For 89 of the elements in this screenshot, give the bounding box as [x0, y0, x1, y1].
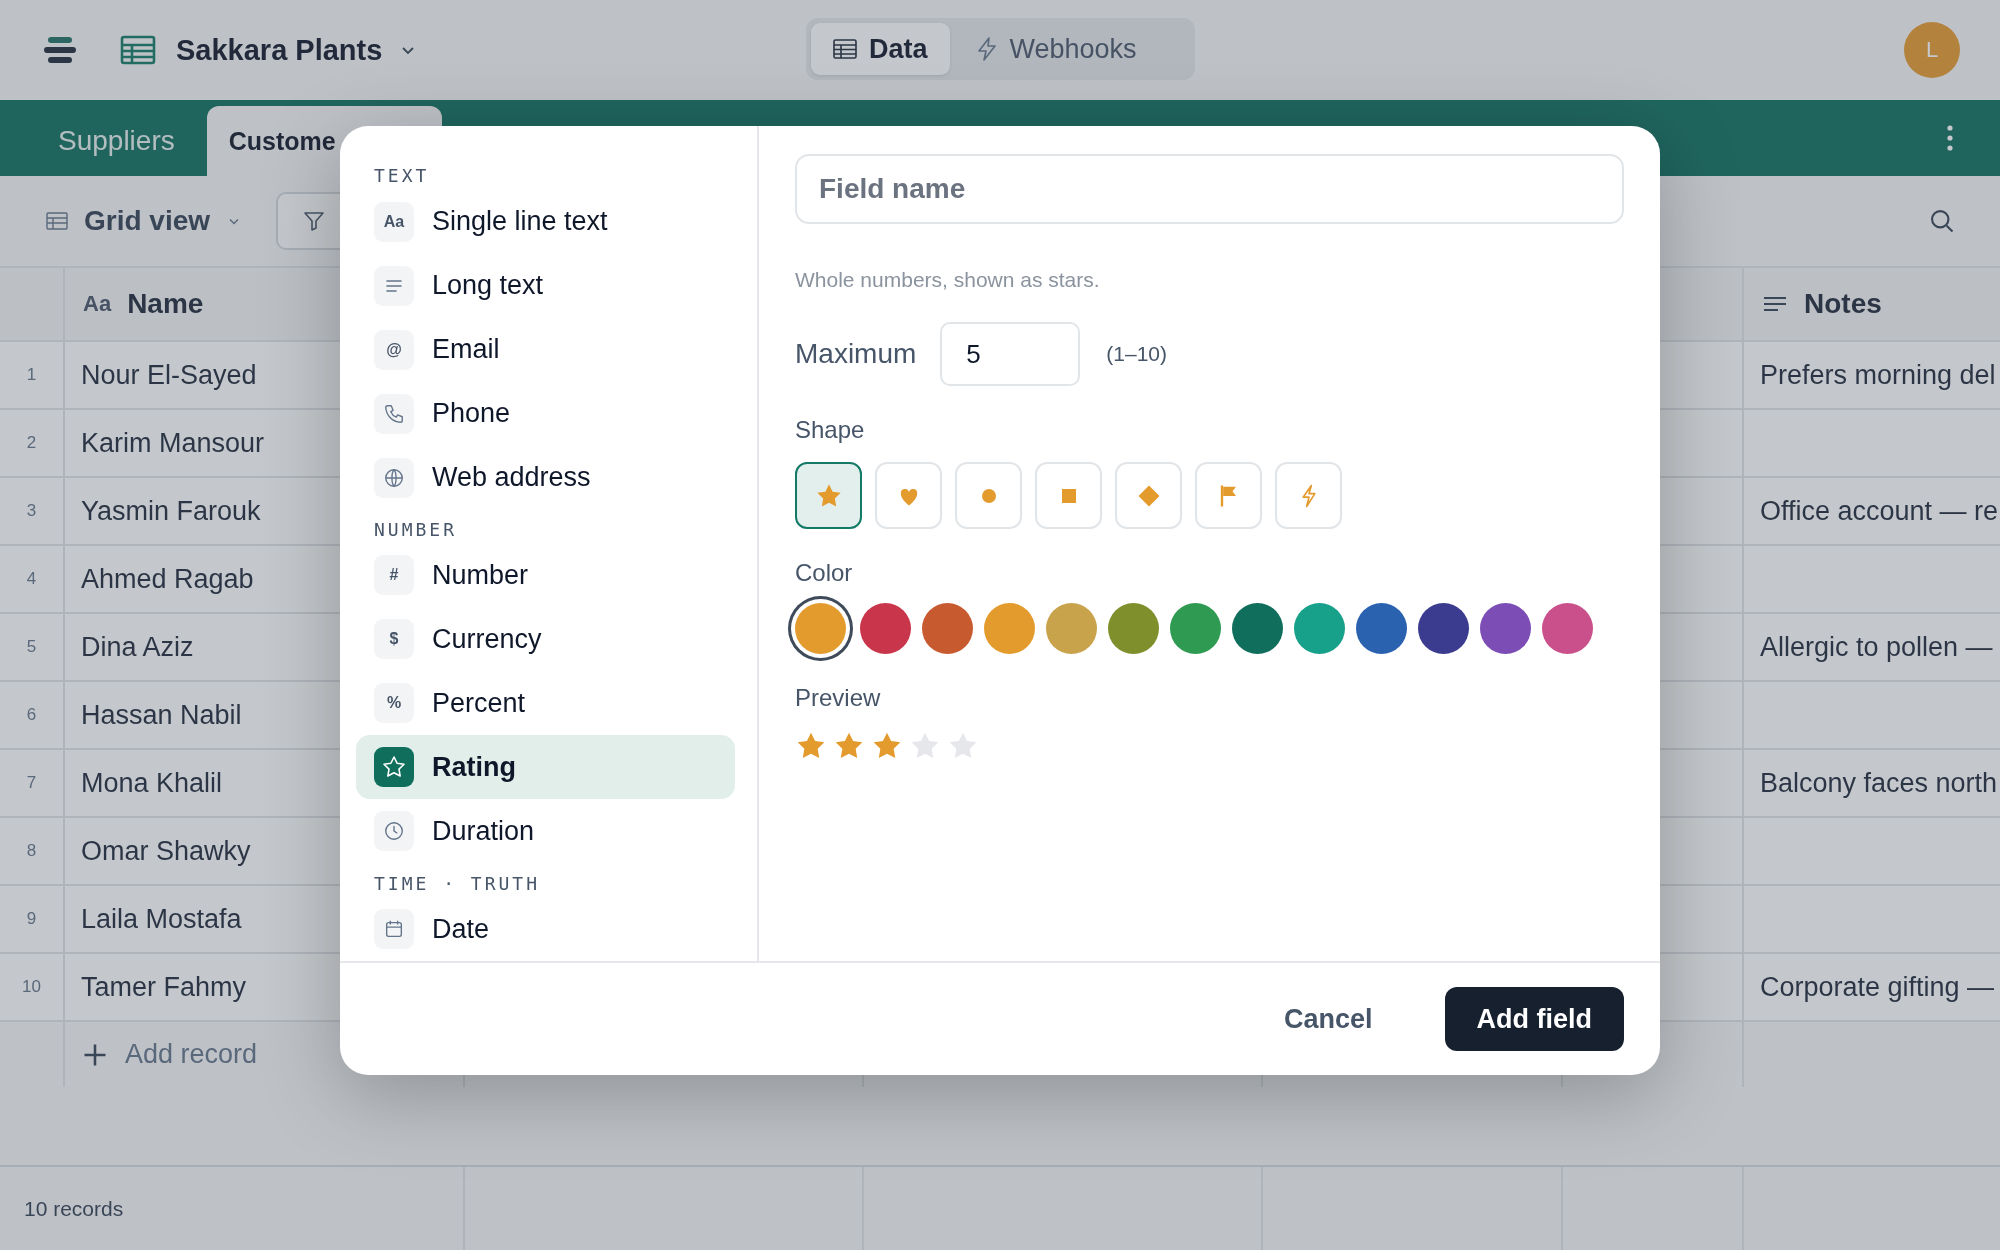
table-icon	[120, 35, 156, 65]
color-swatch[interactable]	[1108, 603, 1159, 654]
text-type-icon: Aa	[83, 291, 112, 317]
table-cell: Dina Aziz	[81, 631, 194, 663]
more-icon	[1946, 124, 1954, 152]
field-type-item[interactable]: @ Email	[356, 317, 735, 382]
table-cell: Laila Mostafa	[81, 903, 242, 935]
search-icon	[1928, 207, 1956, 235]
logo-icon	[44, 35, 76, 65]
type-icon: Aa	[383, 212, 405, 231]
field-type-item[interactable]: Long text	[356, 253, 735, 318]
type-icon: #	[389, 566, 399, 585]
field-label: Color	[795, 559, 854, 587]
grid-icon	[46, 212, 68, 230]
table-cell: Hassan Nabil	[81, 699, 242, 731]
add-field-button[interactable]: Add field	[1444, 987, 1624, 1051]
color-swatch[interactable]	[1480, 603, 1531, 654]
type-icon: $	[389, 630, 399, 649]
clock-icon	[383, 820, 405, 843]
app-title: Sakkara Plants	[176, 33, 383, 67]
field-name-input[interactable]: Field name	[795, 154, 1624, 224]
hint-text: Whole numbers, shown as stars.	[795, 268, 1101, 292]
table-cell: Prefers morning del	[1760, 359, 1996, 391]
bolt-icon	[975, 37, 998, 61]
color-swatch[interactable]	[1170, 603, 1221, 654]
color-swatch[interactable]	[1542, 603, 1593, 654]
maximum-input[interactable]: 5	[940, 322, 1081, 386]
table-tab[interactable]: Suppliers	[28, 106, 205, 176]
row-number: 7	[26, 773, 37, 793]
field-type-item[interactable]: Phone	[356, 381, 735, 446]
field-label: Shape	[795, 416, 866, 444]
field-type-item[interactable]: Aa Single line text	[356, 189, 735, 254]
type-icon: @	[386, 340, 402, 359]
table-cell: Allergic to pollen —	[1760, 631, 1993, 663]
table-cell: Mona Khalil	[81, 767, 223, 799]
long-text-icon	[1762, 294, 1788, 314]
color-swatch[interactable]	[984, 603, 1035, 654]
field-type-item[interactable]: Rating	[356, 735, 735, 800]
section-heading: NUMBER	[373, 518, 459, 542]
section-heading: TIME · TRUTH	[373, 871, 542, 896]
cancel-button[interactable]: Cancel	[1251, 987, 1405, 1051]
color-swatch[interactable]	[1294, 603, 1345, 654]
view-tab[interactable]: Data	[811, 23, 950, 75]
phone-icon	[383, 402, 405, 425]
calendar-icon	[383, 918, 405, 940]
field-type-item[interactable]: $ Currency	[356, 607, 735, 672]
column-header: Notes	[1804, 288, 1882, 320]
field-type-item[interactable]: Duration	[356, 799, 735, 864]
color-swatch[interactable]	[1418, 603, 1469, 654]
table-cell: Office account — re	[1760, 495, 1999, 527]
field-type-item[interactable]: # Number	[356, 543, 735, 608]
table-cell: Omar Shawky	[81, 835, 251, 867]
row-number: 4	[26, 569, 37, 589]
color-swatch[interactable]	[1046, 603, 1097, 654]
table-cell: Ahmed Ragab	[81, 563, 254, 595]
row-number: 9	[26, 909, 37, 929]
field-type-item[interactable]: Date	[356, 897, 735, 961]
filter-icon	[302, 209, 327, 233]
shape-option[interactable]	[795, 462, 862, 529]
field-label: Maximum	[795, 338, 917, 370]
color-swatch[interactable]	[1232, 603, 1283, 654]
record-count: 10 records	[24, 1196, 124, 1221]
row-number: 10	[22, 977, 41, 997]
row-number: 1	[26, 365, 37, 385]
table-cell: Karim Mansour	[81, 427, 265, 459]
row-number: 3	[26, 501, 37, 521]
view-selector[interactable]: Grid view	[46, 205, 243, 237]
table-cell: Tamer Fahmy	[81, 971, 247, 1003]
row-number: 5	[26, 637, 37, 657]
row-number: 2	[26, 433, 37, 453]
column-header: Name	[127, 288, 204, 320]
field-label: Preview	[795, 684, 882, 712]
table-cell: Yasmin Farouk	[81, 495, 261, 527]
row-number: 6	[26, 705, 37, 725]
globe-icon	[383, 466, 405, 489]
field-type-item[interactable]: Web address	[356, 445, 735, 510]
row-number: 8	[26, 841, 37, 861]
color-swatch[interactable]	[860, 603, 911, 654]
table-cell: Nour El-Sayed	[81, 359, 257, 391]
table-icon	[833, 39, 857, 59]
color-swatch[interactable]	[1356, 603, 1407, 654]
table-cell: Corporate gifting —	[1760, 971, 1995, 1003]
star-icon	[382, 755, 406, 780]
type-icon: %	[386, 694, 402, 713]
color-swatch[interactable]	[922, 603, 973, 654]
field-type-item[interactable]: % Percent	[356, 671, 735, 736]
view-tab[interactable]: Webhooks	[953, 23, 1159, 75]
table-cell: Balcony faces north	[1760, 767, 1998, 799]
range-hint: (1–10)	[1106, 342, 1168, 366]
